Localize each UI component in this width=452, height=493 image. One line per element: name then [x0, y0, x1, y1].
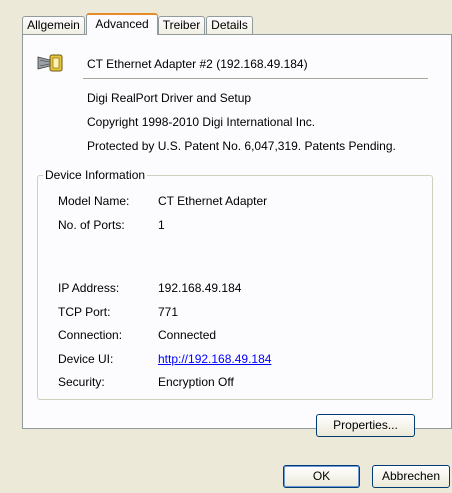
tcp-port-label: TCP Port: — [58, 305, 111, 319]
ports-value: 1 — [158, 218, 165, 232]
cancel-button[interactable]: Abbrechen — [372, 465, 450, 488]
ip-address-label: IP Address: — [58, 281, 120, 295]
serial-connector-icon — [37, 53, 67, 76]
security-value: Encryption Off — [158, 375, 234, 389]
ip-address-value: 192.168.49.184 — [158, 281, 242, 295]
title-separator — [83, 78, 428, 79]
security-label: Security: — [58, 375, 105, 389]
copyright-text: Copyright 1998-2010 Digi International I… — [87, 115, 316, 129]
device-information-legend: Device Information — [43, 168, 148, 182]
connection-value: Connected — [158, 328, 217, 342]
properties-button[interactable]: Properties... — [316, 414, 415, 437]
advanced-tab-panel: CT Ethernet Adapter #2 (192.168.49.184) … — [22, 34, 452, 437]
product-name: Digi RealPort Driver and Setup — [87, 91, 252, 105]
model-name-label: Model Name: — [58, 194, 130, 208]
tab-advanced[interactable]: Advanced — [86, 13, 158, 35]
device-ui-link[interactable]: http://192.168.49.184 — [158, 352, 271, 366]
connection-label: Connection: — [58, 328, 123, 342]
ports-label: No. of Ports: — [58, 218, 125, 232]
device-information-group: Device Information Model Name: CT Ethern… — [37, 168, 433, 400]
tab-treiber[interactable]: Treiber — [158, 16, 205, 34]
patent-text: Protected by U.S. Patent No. 6,047,319. … — [87, 139, 396, 153]
model-name-value: CT Ethernet Adapter — [158, 194, 268, 208]
ok-button[interactable]: OK — [283, 465, 360, 488]
tab-allgemein[interactable]: Allgemein — [22, 16, 85, 34]
device-title: CT Ethernet Adapter #2 (192.168.49.184) — [87, 57, 308, 71]
tcp-port-value: 771 — [158, 305, 179, 319]
device-ui-label: Device UI: — [58, 352, 114, 366]
tab-details[interactable]: Details — [206, 16, 253, 34]
